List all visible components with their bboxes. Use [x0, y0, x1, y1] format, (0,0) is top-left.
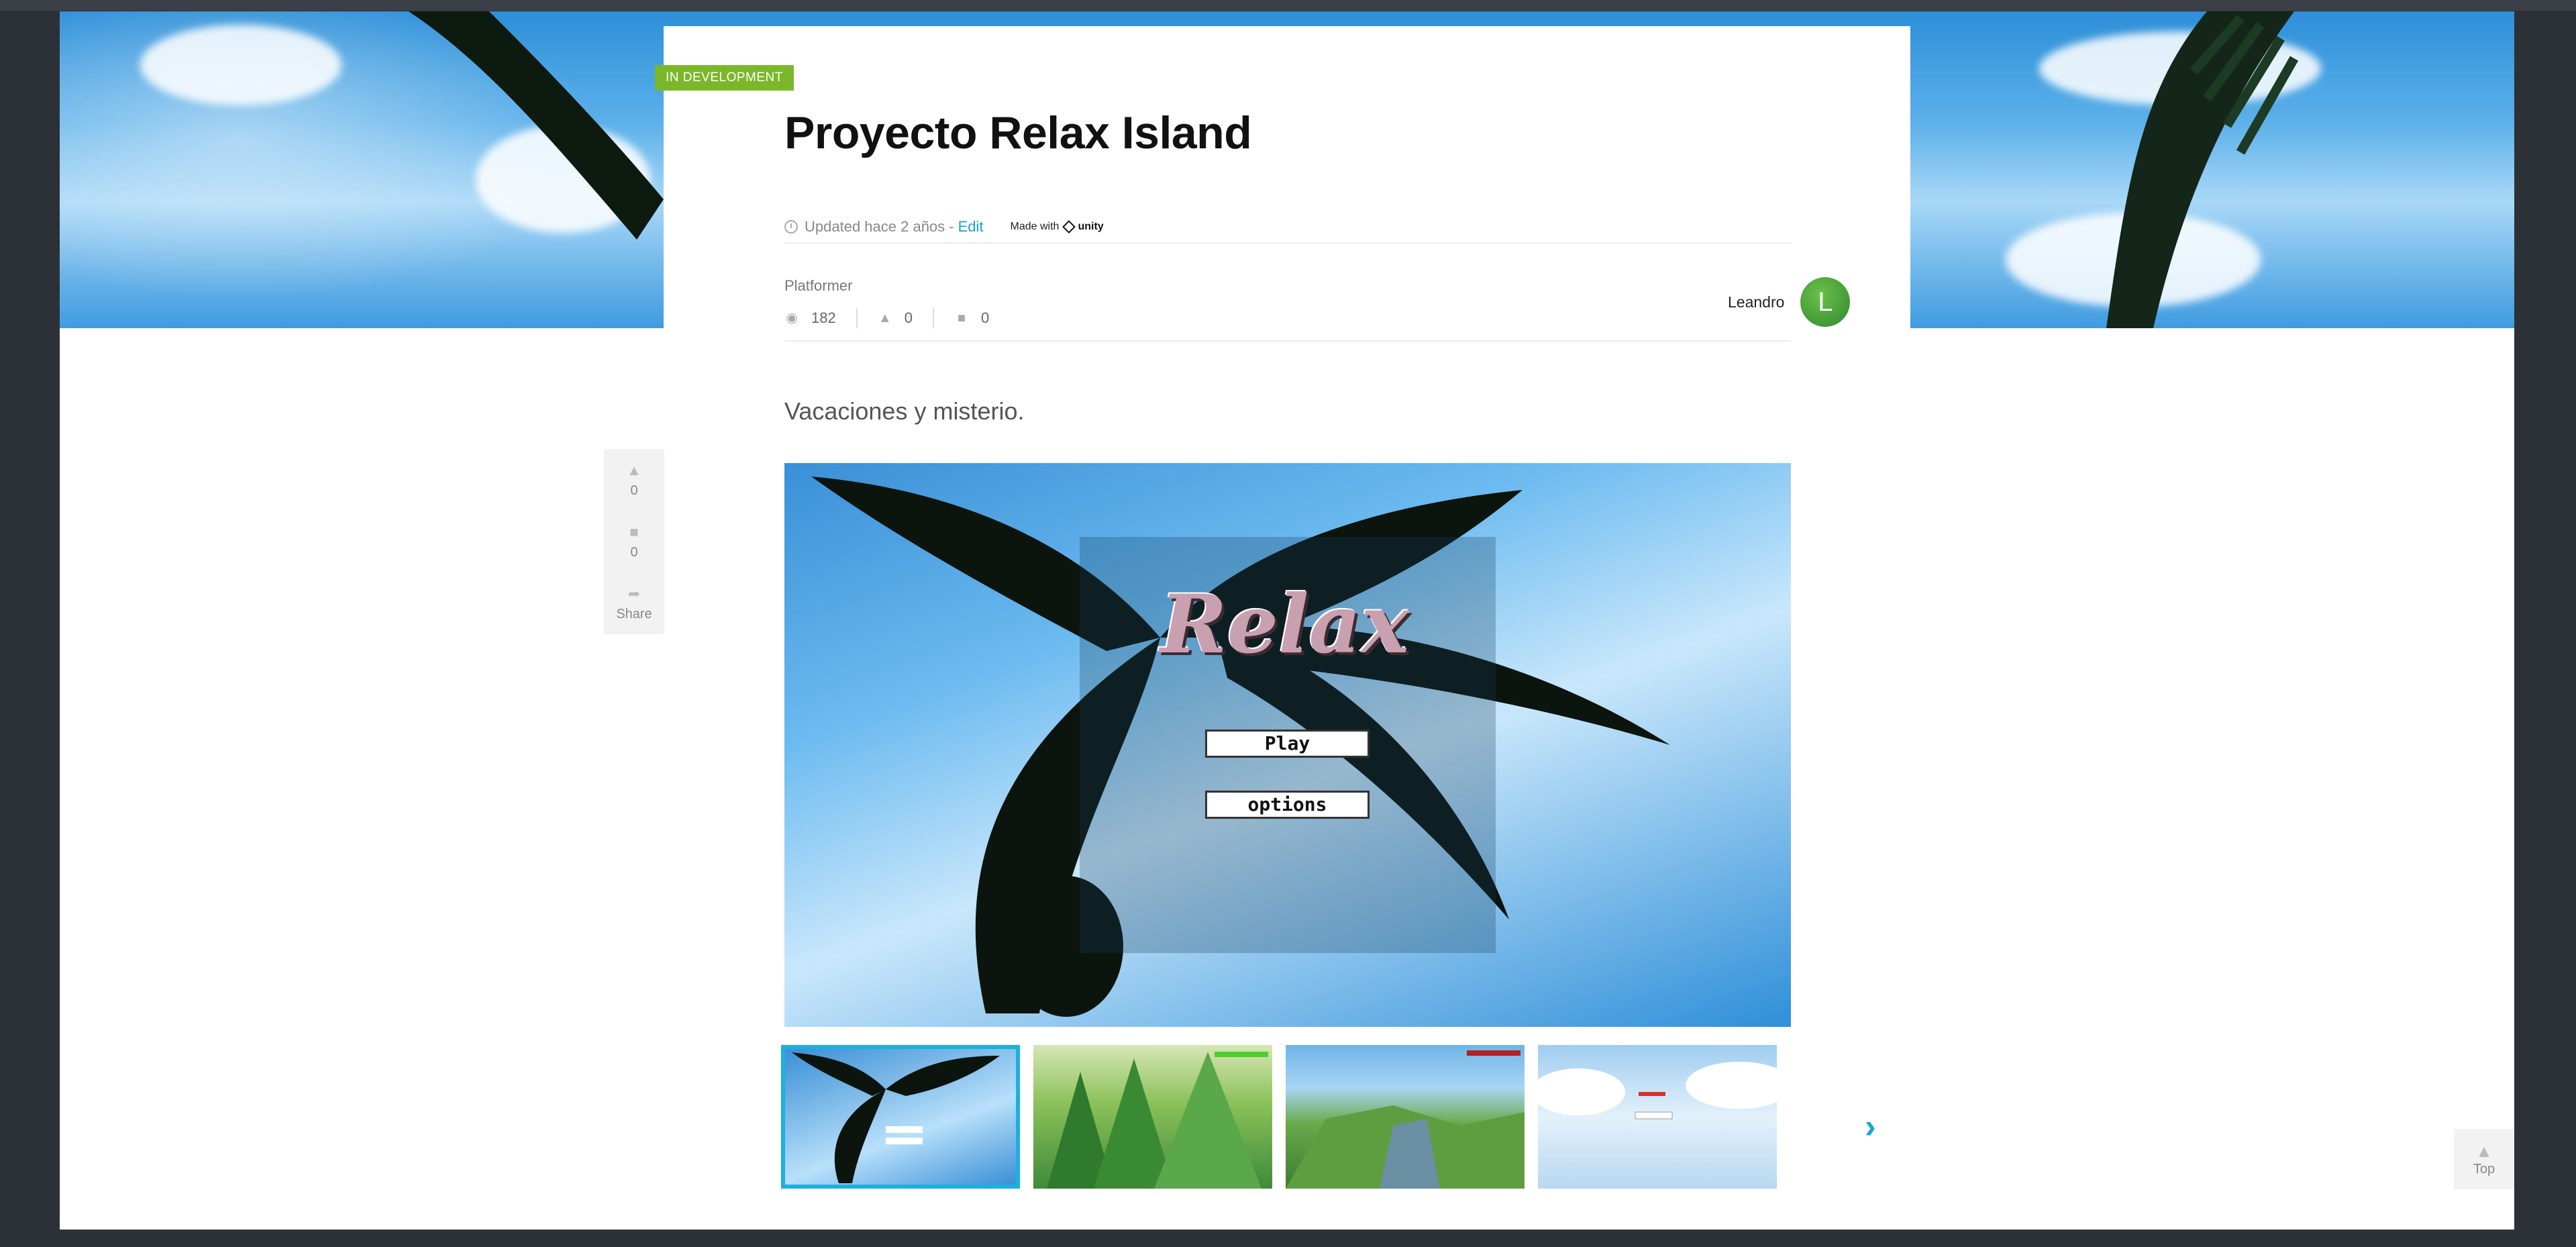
thumbnail-2[interactable]	[1033, 1045, 1272, 1189]
thumb-forest-art	[1047, 1052, 1268, 1189]
made-with-badge[interactable]: Made with unity	[1010, 220, 1104, 234]
project-modal: IN DEVELOPMENT Proyecto Relax Island Upd…	[60, 11, 2514, 1230]
comments-stat[interactable]: ■ 0	[954, 308, 1009, 328]
edit-link[interactable]: Edit	[958, 218, 984, 236]
page-title: Proyecto Relax Island	[784, 107, 1252, 158]
back-to-top-button[interactable]: ▲ Top	[2454, 1129, 2514, 1189]
eye-icon: ◉	[786, 311, 798, 326]
likes-count: 0	[904, 309, 913, 326]
game-play-button[interactable]: Play	[1205, 730, 1370, 758]
unity-cube-icon	[1062, 220, 1076, 234]
game-logo-title: Relax	[1160, 577, 1409, 672]
clock-icon	[784, 220, 798, 234]
likes-stat[interactable]: ▲ 0	[878, 308, 934, 328]
author-block[interactable]: Leandro L	[1728, 277, 1851, 327]
side-share-button[interactable]: ➦ Share	[604, 572, 664, 634]
project-banner: IN DEVELOPMENT Proyecto Relax Island Upd…	[60, 11, 2514, 328]
side-like-count: 0	[630, 483, 638, 498]
body-divider	[784, 340, 1791, 342]
main-media-viewer[interactable]: Relax Play options	[784, 463, 1791, 1027]
unity-logo: unity	[1062, 220, 1104, 234]
side-like-button[interactable]: ▲ 0	[604, 449, 664, 511]
thumbnail-1[interactable]	[781, 1045, 1020, 1189]
thumbnail-strip	[781, 1045, 1777, 1189]
thumbs-up-icon: ▲	[627, 461, 641, 479]
views-count: 182	[811, 309, 836, 326]
comment-icon: ■	[629, 523, 639, 540]
views-stat: ◉ 182	[784, 308, 858, 328]
header-divider	[784, 242, 1791, 244]
updated-text: Updated hace 2 años -	[805, 218, 954, 235]
comment-icon: ■	[957, 311, 966, 326]
project-header-card: IN DEVELOPMENT Proyecto Relax Island Upd…	[655, 26, 1910, 328]
status-badge: IN DEVELOPMENT	[655, 65, 794, 91]
engine-name: unity	[1078, 221, 1104, 232]
project-description: Vacaciones y misterio.	[784, 397, 1025, 425]
side-comment-count: 0	[630, 544, 638, 560]
thumbnail-3[interactable]	[1286, 1045, 1525, 1189]
thumb-terrain-art	[1286, 1050, 1525, 1189]
overlay-top-strip	[0, 0, 2576, 11]
made-with-label: Made with	[1010, 221, 1060, 232]
avatar[interactable]: L	[1800, 277, 1851, 327]
top-label: Top	[2473, 1162, 2495, 1177]
thumb-sky-art	[1538, 1062, 1777, 1119]
stats-row: ◉ 182 ▲ 0 ■ 0	[784, 308, 1029, 328]
arrow-up-icon: ▲	[2475, 1141, 2493, 1161]
thumbs-up-icon: ▲	[878, 311, 892, 326]
side-actions: ▲ 0 ■ 0 ➦ Share	[604, 449, 664, 634]
game-options-button[interactable]: options	[1205, 791, 1370, 819]
thumb-palm-art	[792, 1052, 1000, 1183]
share-icon: ➦	[627, 585, 641, 602]
chevron-right-icon[interactable]: ›	[1865, 1107, 1876, 1146]
share-label: Share	[616, 606, 652, 621]
project-meta-row: Updated hace 2 años - Edit Made with uni…	[784, 218, 1104, 236]
side-comment-button[interactable]: ■ 0	[604, 511, 664, 572]
comments-count: 0	[980, 309, 990, 326]
thumbnail-4[interactable]	[1538, 1045, 1777, 1189]
author-name[interactable]: Leandro	[1728, 293, 1784, 311]
category-link[interactable]: Platformer	[784, 277, 852, 295]
